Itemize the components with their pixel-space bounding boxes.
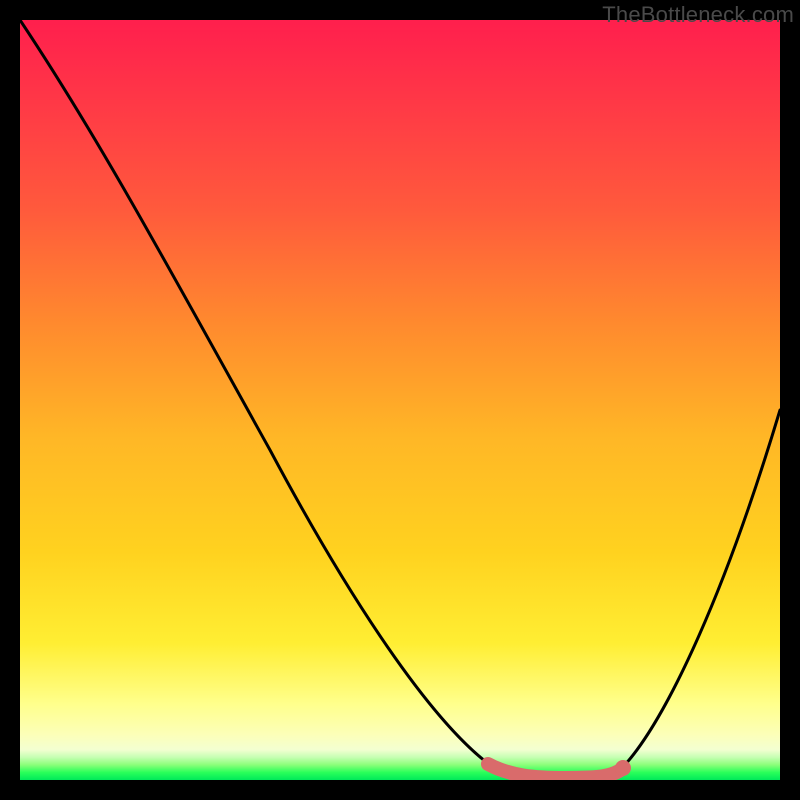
bottleneck-curve-svg <box>20 20 780 780</box>
valley-highlight-path <box>488 764 622 778</box>
watermark-text: TheBottleneck.com <box>602 2 794 28</box>
plot-area <box>20 20 780 780</box>
valley-end-dot <box>615 760 631 776</box>
chart-frame: TheBottleneck.com <box>0 0 800 800</box>
bottleneck-curve-path <box>20 20 780 778</box>
